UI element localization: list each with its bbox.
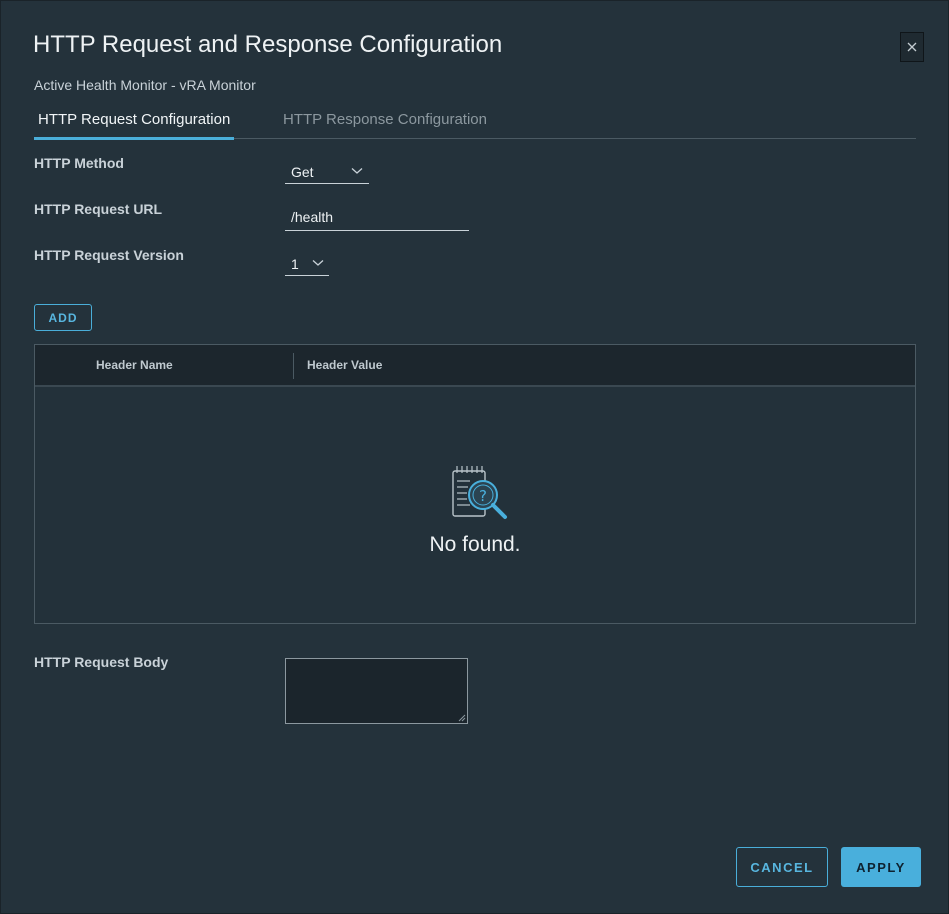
empty-state-text: No found. (429, 533, 521, 556)
headers-table: Header Name Header Value ? No found. (34, 344, 916, 624)
cancel-button[interactable]: CANCEL (736, 847, 828, 887)
http-config-dialog: HTTP Request and Response Configuration … (0, 0, 949, 914)
close-button[interactable] (900, 32, 924, 62)
chevron-down-icon (351, 168, 363, 174)
tab-http-request-configuration[interactable]: HTTP Request Configuration (33, 111, 235, 140)
http-request-url-value: /health (291, 209, 334, 225)
http-method-value: Get (291, 164, 314, 180)
tab-bar: HTTP Request Configuration HTTP Response… (33, 107, 916, 140)
resize-grip-icon[interactable] (458, 714, 466, 722)
column-header-name[interactable]: Header Name (96, 358, 173, 372)
svg-text:?: ? (479, 487, 487, 505)
http-request-version-select[interactable]: 1 (285, 254, 329, 276)
search-document-icon: ? (452, 466, 507, 519)
http-request-body-label: HTTP Request Body (34, 654, 169, 670)
http-request-body-textarea[interactable] (285, 658, 468, 724)
http-request-version-label: HTTP Request Version (34, 247, 184, 263)
tab-http-response-configuration[interactable]: HTTP Response Configuration (283, 111, 487, 139)
headers-table-header: Header Name Header Value (35, 345, 915, 387)
column-separator[interactable] (293, 353, 294, 379)
add-header-button[interactable]: ADD (34, 304, 92, 331)
close-icon (907, 42, 917, 52)
column-header-value[interactable]: Header Value (307, 358, 382, 372)
apply-button[interactable]: APPLY (841, 847, 921, 887)
http-method-label: HTTP Method (34, 155, 124, 171)
dialog-title: HTTP Request and Response Configuration (33, 31, 503, 58)
http-method-select[interactable]: Get (285, 162, 369, 184)
http-request-version-value: 1 (291, 256, 299, 272)
http-request-url-label: HTTP Request URL (34, 201, 163, 217)
http-request-url-input[interactable]: /health (285, 206, 469, 231)
chevron-down-icon (312, 260, 324, 266)
dialog-subtitle: Active Health Monitor - vRA Monitor (34, 77, 256, 93)
